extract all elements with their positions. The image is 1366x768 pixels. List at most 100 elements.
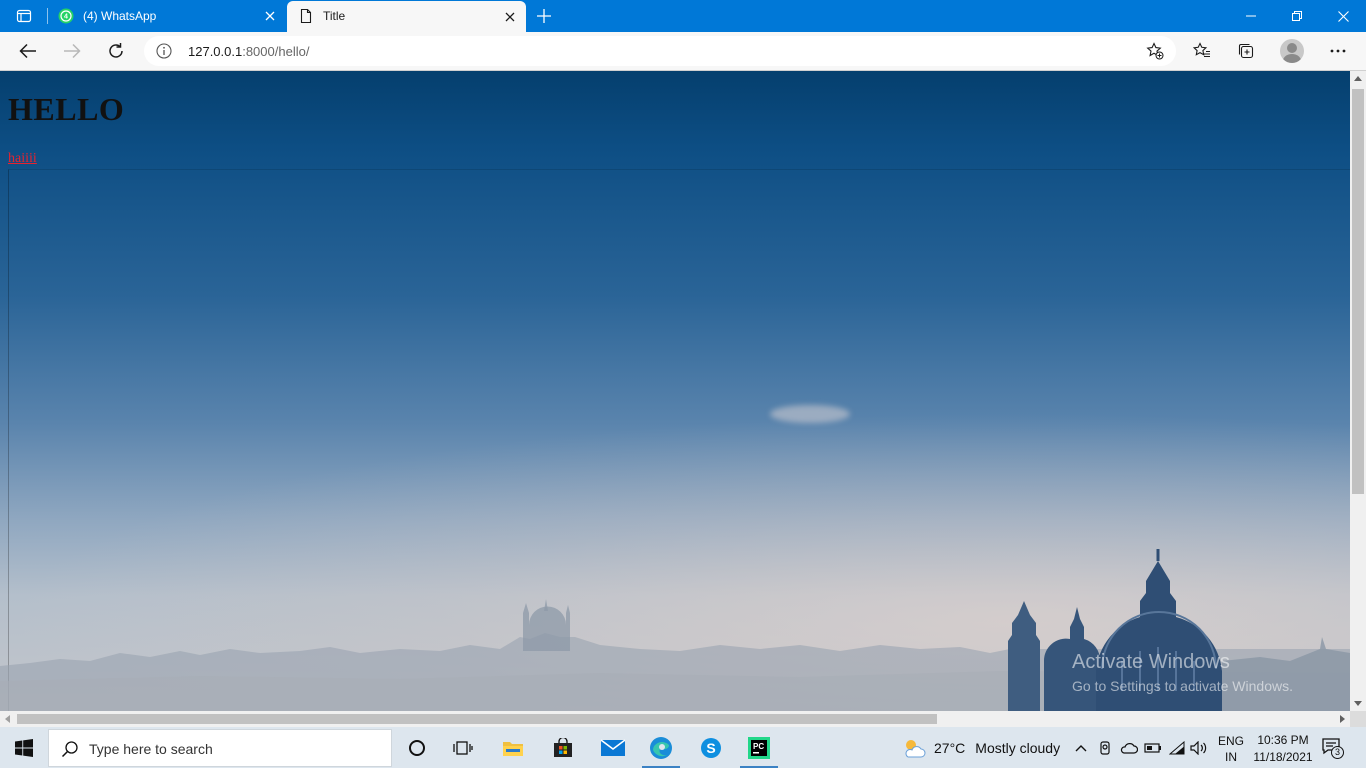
svg-text:PC: PC <box>753 742 764 751</box>
info-icon[interactable] <box>156 43 172 59</box>
scroll-right-arrow[interactable] <box>1340 715 1345 723</box>
search-placeholder: Type here to search <box>89 741 213 757</box>
svg-text:4: 4 <box>64 14 68 21</box>
mail-icon <box>601 738 625 756</box>
battery-button[interactable] <box>1144 739 1162 757</box>
vertical-scrollbar[interactable] <box>1350 71 1366 711</box>
haiiii-link[interactable]: haiiii <box>8 151 37 167</box>
page-viewport: HELLO haiiii Activate Windows Go to Sett… <box>0 71 1350 711</box>
taskbar-search[interactable]: Type here to search <box>48 729 392 767</box>
cloud-icon <box>1120 743 1138 754</box>
close-icon <box>505 12 515 22</box>
show-hidden-icons-button[interactable] <box>1072 739 1090 757</box>
microsoft-store-button[interactable] <box>540 727 586 768</box>
minimize-icon <box>1246 15 1256 17</box>
tab-whatsapp[interactable]: 4 (4) WhatsApp <box>50 0 286 32</box>
url-path: :8000/hello/ <box>242 44 310 59</box>
url-host: 127.0.0.1 <box>188 44 243 59</box>
windows-taskbar: Type here to search S PC 27°C Mostly clo… <box>0 727 1366 768</box>
start-button[interactable] <box>0 727 48 768</box>
whatsapp-icon: 4 <box>58 8 74 24</box>
plus-icon <box>537 9 551 23</box>
page-heading: HELLO <box>8 91 125 127</box>
search-icon <box>61 741 78 758</box>
tab-title: Title <box>323 9 346 23</box>
tab-title-page[interactable]: Title <box>287 1 526 32</box>
page-icon <box>300 8 312 24</box>
cortana-button[interactable] <box>394 727 440 768</box>
scroll-left-arrow[interactable] <box>5 715 10 723</box>
refresh-icon <box>109 43 123 58</box>
restore-button[interactable] <box>1274 0 1320 32</box>
svg-text:S: S <box>706 740 715 756</box>
clock-date: 11/18/2021 <box>1253 750 1313 764</box>
scroll-up-arrow[interactable] <box>1354 76 1362 81</box>
avatar-head <box>1287 43 1297 53</box>
onedrive-button[interactable] <box>1120 739 1138 757</box>
task-view-button[interactable] <box>440 727 486 768</box>
favorites-icon <box>1193 42 1210 58</box>
back-button[interactable] <box>12 35 44 67</box>
address-bar[interactable]: 127.0.0.1:8000/hello/ <box>144 36 1176 66</box>
chevron-up-icon <box>1075 745 1087 752</box>
close-window-button[interactable] <box>1320 0 1366 32</box>
close-icon <box>1337 10 1349 22</box>
tab-actions-icon <box>16 9 32 23</box>
close-tab-button[interactable] <box>262 8 278 24</box>
url-text[interactable]: 127.0.0.1:8000/hello/ <box>188 44 309 59</box>
add-favorite-icon[interactable] <box>1146 42 1164 60</box>
avatar-shoulders <box>1283 54 1301 63</box>
language-code: ENG <box>1217 734 1244 748</box>
pycharm-button[interactable]: PC <box>736 727 782 768</box>
vertical-scroll-thumb[interactable] <box>1352 89 1364 494</box>
partly-cloudy-icon <box>905 739 926 757</box>
file-explorer-button[interactable] <box>490 727 536 768</box>
tab-strip: 4 (4) WhatsApp Title <box>0 0 1366 32</box>
store-icon <box>554 737 572 757</box>
favorites-button[interactable] <box>1186 35 1218 67</box>
more-icon <box>1330 49 1346 53</box>
clock[interactable]: 10:36 PM 11/18/2021 <box>1250 732 1316 766</box>
tab-actions-button[interactable] <box>8 4 40 28</box>
mail-button[interactable] <box>590 727 636 768</box>
volume-button[interactable] <box>1190 739 1208 757</box>
browser-toolbar: 127.0.0.1:8000/hello/ <box>0 32 1366 71</box>
weather-condition: Mostly cloudy <box>975 739 1061 756</box>
weather-temperature: 27°C <box>934 739 966 756</box>
tab-title: (4) WhatsApp <box>83 9 157 23</box>
edge-icon <box>650 736 672 759</box>
action-center-button[interactable]: 3 <box>1322 737 1344 759</box>
watermark-subtitle: Go to Settings to activate Windows. <box>1072 678 1293 694</box>
back-arrow-icon <box>19 43 36 59</box>
clock-time: 10:36 PM <box>1257 733 1309 747</box>
edge-taskbar-button[interactable] <box>638 727 684 768</box>
scroll-down-arrow[interactable] <box>1354 701 1362 706</box>
minimize-button[interactable] <box>1228 0 1274 32</box>
close-tab-button[interactable] <box>502 9 518 25</box>
settings-menu-button[interactable] <box>1322 35 1354 67</box>
horizontal-scroll-thumb[interactable] <box>17 714 937 724</box>
watermark-title: Activate Windows <box>1072 651 1230 673</box>
folder-icon <box>503 741 523 756</box>
network-button[interactable] <box>1168 739 1186 757</box>
weather-widget[interactable]: 27°C Mostly cloudy <box>902 727 1060 768</box>
horizontal-scrollbar[interactable] <box>0 711 1350 727</box>
close-icon <box>265 11 275 21</box>
meet-now-button[interactable] <box>1096 739 1114 757</box>
windows-logo-icon <box>15 738 33 757</box>
activate-windows-watermark: Activate Windows Go to Settings to activ… <box>1072 651 1293 694</box>
task-view-icon <box>453 740 473 755</box>
collections-button[interactable] <box>1230 35 1262 67</box>
language-region: IN <box>1225 750 1237 764</box>
forward-button[interactable] <box>56 35 88 67</box>
skype-icon: S <box>701 737 721 758</box>
refresh-button[interactable] <box>100 35 132 67</box>
notification-count-badge: 3 <box>1331 746 1344 759</box>
cortana-icon <box>409 739 425 756</box>
new-tab-button[interactable] <box>532 4 556 28</box>
tab-separator <box>47 8 48 24</box>
language-indicator[interactable]: ENG IN <box>1216 733 1246 765</box>
profile-avatar[interactable] <box>1280 39 1304 63</box>
scrollbar-corner <box>1350 711 1366 727</box>
skype-button[interactable]: S <box>688 727 734 768</box>
